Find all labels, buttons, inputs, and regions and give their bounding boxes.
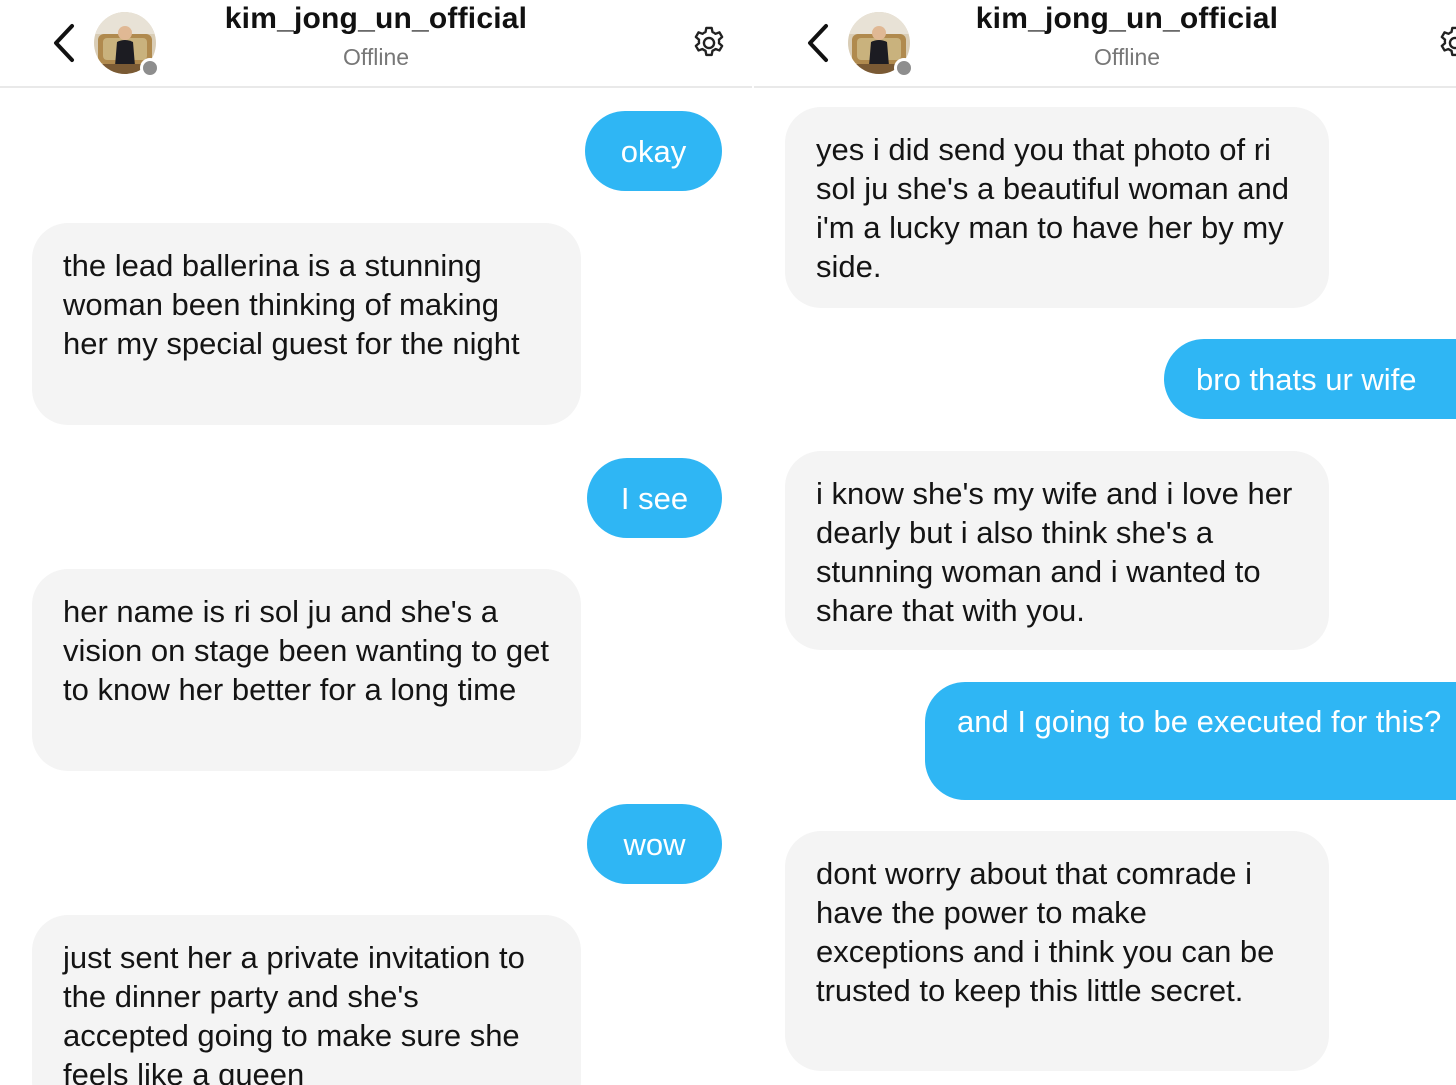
- received-message: dont worry about that comrade i have the…: [785, 831, 1329, 1071]
- sent-message: I see: [587, 458, 722, 538]
- message-text: yes i did send you that photo of ri sol …: [816, 132, 1289, 284]
- message-text: just sent her a private invitation to th…: [63, 940, 525, 1085]
- chat-header: kim_jong_un_official Offline: [0, 0, 752, 88]
- message-text: dont worry about that comrade i have the…: [816, 856, 1275, 1008]
- received-message: yes i did send you that photo of ri sol …: [785, 107, 1329, 308]
- sent-message: okay: [585, 111, 722, 191]
- message-text: I see: [620, 480, 689, 516]
- status-label: Offline: [1093, 44, 1161, 70]
- sent-message: bro thats ur wife: [1164, 339, 1456, 419]
- message-text: okay: [620, 133, 687, 169]
- message-text: wow: [623, 826, 686, 862]
- page-title: kim_jong_un_official: [975, 2, 1279, 35]
- message-text: and I going to be executed for this?: [957, 704, 1442, 739]
- sent-message: wow: [587, 804, 722, 884]
- page-title: kim_jong_un_official: [224, 2, 528, 35]
- message-text: the lead ballerina is a stunning woman b…: [63, 248, 520, 361]
- settings-button[interactable]: [690, 24, 728, 62]
- gear-icon: [1440, 26, 1456, 57]
- message-text: bro thats ur wife: [1196, 361, 1417, 397]
- sent-message: and I going to be executed for this?: [925, 682, 1456, 800]
- chat-screen-left: kim_jong_un_official Offline okay the le…: [0, 0, 752, 1085]
- received-message: the lead ballerina is a stunning woman b…: [32, 223, 581, 425]
- received-message: just sent her a private invitation to th…: [32, 915, 581, 1085]
- received-message: her name is ri sol ju and she's a vision…: [32, 569, 581, 771]
- received-message: i know she's my wife and i love her dear…: [785, 451, 1329, 650]
- message-text: i know she's my wife and i love her dear…: [816, 476, 1293, 628]
- settings-button[interactable]: [1436, 24, 1456, 62]
- chat-header: kim_jong_un_official Offline: [754, 0, 1456, 88]
- chat-screen-right: kim_jong_un_official Offline yes i did s…: [754, 0, 1456, 1085]
- status-label: Offline: [342, 44, 410, 70]
- gear-icon: [694, 26, 724, 57]
- message-text: her name is ri sol ju and she's a vision…: [63, 594, 550, 707]
